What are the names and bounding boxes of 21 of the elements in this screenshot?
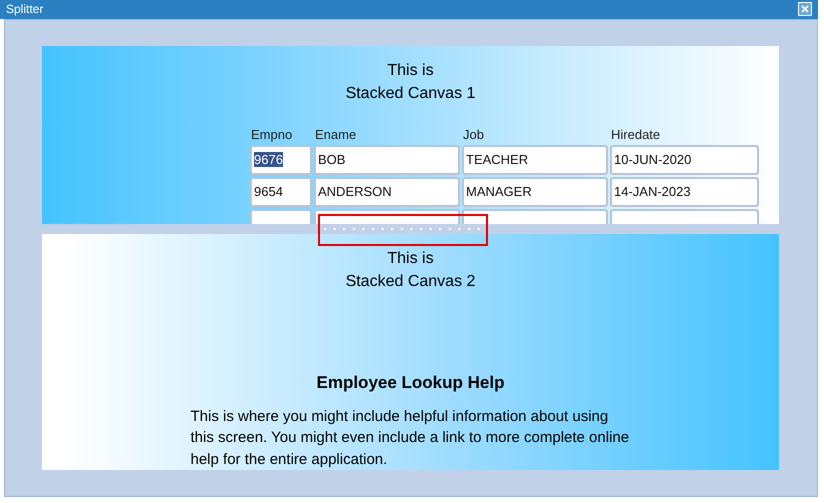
text-field[interactable]: MANAGER	[462, 176, 608, 206]
canvas-title: Stacked Canvas 1	[346, 84, 476, 104]
text-field[interactable]: 9654	[250, 176, 312, 206]
text-field[interactable]: 14-JAN-2023	[610, 176, 759, 206]
text-field[interactable]: ANDERSON	[314, 176, 460, 206]
column-header: Hiredate	[610, 126, 662, 142]
window-title: Splitter	[6, 2, 44, 16]
text-field[interactable]: BOB	[314, 144, 460, 174]
text-field[interactable]: TEACHER	[462, 144, 608, 174]
close-button[interactable]	[798, 2, 812, 16]
close-icon	[801, 5, 809, 14]
help-heading: Employee Lookup Help	[316, 372, 504, 392]
text-field[interactable]: 10-JUN-2020	[610, 144, 759, 174]
column-header: Empno	[250, 126, 294, 142]
text-field[interactable]: 9676	[250, 144, 312, 174]
help-text: This is where you might include helpful information about using this screen. You might even include a link to more complete online help for the entire application.	[190, 406, 630, 470]
canvas-title: This is	[387, 60, 434, 80]
canvas-title: Stacked Canvas 2	[346, 272, 476, 292]
canvas-title: This is	[387, 248, 434, 268]
column-header: Job	[462, 126, 485, 142]
column-header: Ename	[314, 126, 358, 142]
